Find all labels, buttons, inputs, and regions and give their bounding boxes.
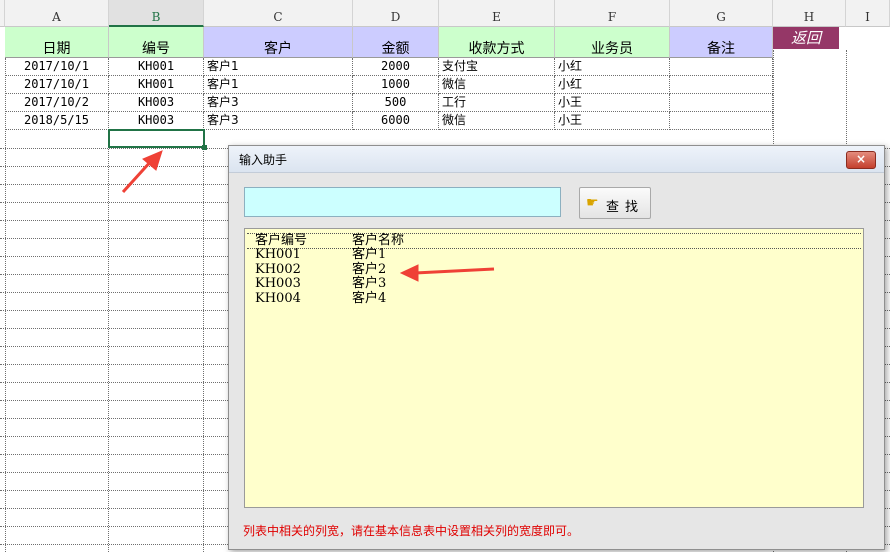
- find-button[interactable]: ☛ 查找: [579, 187, 651, 219]
- cell-customer[interactable]: 客户3: [204, 112, 353, 130]
- cell-remarks[interactable]: [670, 94, 773, 112]
- column-header-g[interactable]: G: [670, 0, 773, 27]
- list-item-name: 客户2: [352, 261, 387, 277]
- cell-amount[interactable]: 1000: [353, 76, 439, 94]
- column-header-h[interactable]: H: [773, 0, 846, 27]
- cell-date[interactable]: 2017/10/2: [5, 94, 109, 112]
- list-header: 客户编号 客户名称: [247, 233, 861, 249]
- cell-code[interactable]: KH003: [109, 112, 204, 130]
- list-item-name: 客户3: [352, 276, 387, 291]
- input-assistant-dialog: 输入助手 × ☛ 查找 客户编号 客户名称 KH001 客户1 KH002 客户2 KH…: [228, 145, 885, 550]
- header-salesperson[interactable]: 业务员: [555, 27, 670, 58]
- column-header-f[interactable]: F: [555, 0, 670, 27]
- cell-customer[interactable]: 客户1: [204, 58, 353, 76]
- column-header-i[interactable]: I: [846, 0, 890, 27]
- header-payment-method[interactable]: 收款方式: [439, 27, 555, 58]
- hint-text: 列表中相关的列宽，请在基本信息表中设置相关列的宽度即可。: [243, 524, 580, 538]
- list-item-name: 客户1: [352, 247, 387, 262]
- header-date[interactable]: 日期: [5, 27, 109, 58]
- header-amount[interactable]: 金额: [353, 27, 439, 58]
- cell-amount[interactable]: 2000: [353, 58, 439, 76]
- close-icon: ×: [855, 152, 867, 166]
- cell-customer[interactable]: 客户1: [204, 76, 353, 94]
- header-customer[interactable]: 客户: [204, 27, 353, 58]
- cell-salesperson[interactable]: 小王: [555, 94, 670, 112]
- list-header-code: 客户编号: [255, 233, 308, 248]
- row-header-corner[interactable]: [0, 0, 5, 27]
- cell-payment-method[interactable]: 工行: [439, 94, 555, 112]
- column-header-c[interactable]: C: [204, 0, 353, 27]
- customer-listbox[interactable]: 客户编号 客户名称 KH001 客户1 KH002 客户2 KH003 客户3 KH004 客…: [244, 228, 864, 508]
- cell-date[interactable]: 2018/5/15: [5, 112, 109, 130]
- column-header-e[interactable]: E: [439, 0, 555, 27]
- cell-code[interactable]: KH001: [109, 58, 204, 76]
- cell-remarks[interactable]: [670, 58, 773, 76]
- list-item-code: KH002: [255, 261, 301, 277]
- column-header-a[interactable]: A: [5, 0, 109, 27]
- list-header-name: 客户名称: [352, 233, 405, 248]
- column-header-d[interactable]: D: [353, 0, 439, 27]
- cell-payment-method[interactable]: 支付宝: [439, 58, 555, 76]
- cell-date[interactable]: 2017/10/1: [5, 58, 109, 76]
- dialog-titlebar[interactable]: 输入助手 ×: [229, 146, 884, 173]
- dialog-title: 输入助手: [239, 153, 288, 167]
- cell-amount[interactable]: 6000: [353, 112, 439, 130]
- selected-cell[interactable]: [108, 129, 207, 150]
- list-item-code: KH003: [255, 276, 301, 291]
- cell-date[interactable]: 2017/10/1: [5, 76, 109, 94]
- cell-salesperson[interactable]: 小红: [555, 76, 670, 94]
- list-item-code: KH001: [255, 247, 301, 262]
- cell-remarks[interactable]: [670, 112, 773, 130]
- cell-code[interactable]: KH003: [109, 94, 204, 112]
- cell-amount[interactable]: 500: [353, 94, 439, 112]
- back-button[interactable]: 返回: [773, 27, 839, 49]
- search-input[interactable]: [244, 187, 561, 217]
- list-item-name: 客户4: [352, 290, 387, 306]
- cell-customer[interactable]: 客户3: [204, 94, 353, 112]
- cell-remarks[interactable]: [670, 76, 773, 94]
- cell-code[interactable]: KH001: [109, 76, 204, 94]
- list-item-code: KH004: [255, 290, 301, 306]
- cell-payment-method[interactable]: 微信: [439, 112, 555, 130]
- column-header-b[interactable]: B: [109, 0, 204, 27]
- header-remarks[interactable]: 备注: [670, 27, 773, 58]
- cell-payment-method[interactable]: 微信: [439, 76, 555, 94]
- close-button[interactable]: ×: [846, 151, 876, 169]
- cell-salesperson[interactable]: 小王: [555, 112, 670, 130]
- pointing-hand-icon: ☛: [586, 195, 599, 211]
- find-button-label: 查找: [606, 200, 645, 215]
- cell-salesperson[interactable]: 小红: [555, 58, 670, 76]
- header-code[interactable]: 编号: [109, 27, 204, 58]
